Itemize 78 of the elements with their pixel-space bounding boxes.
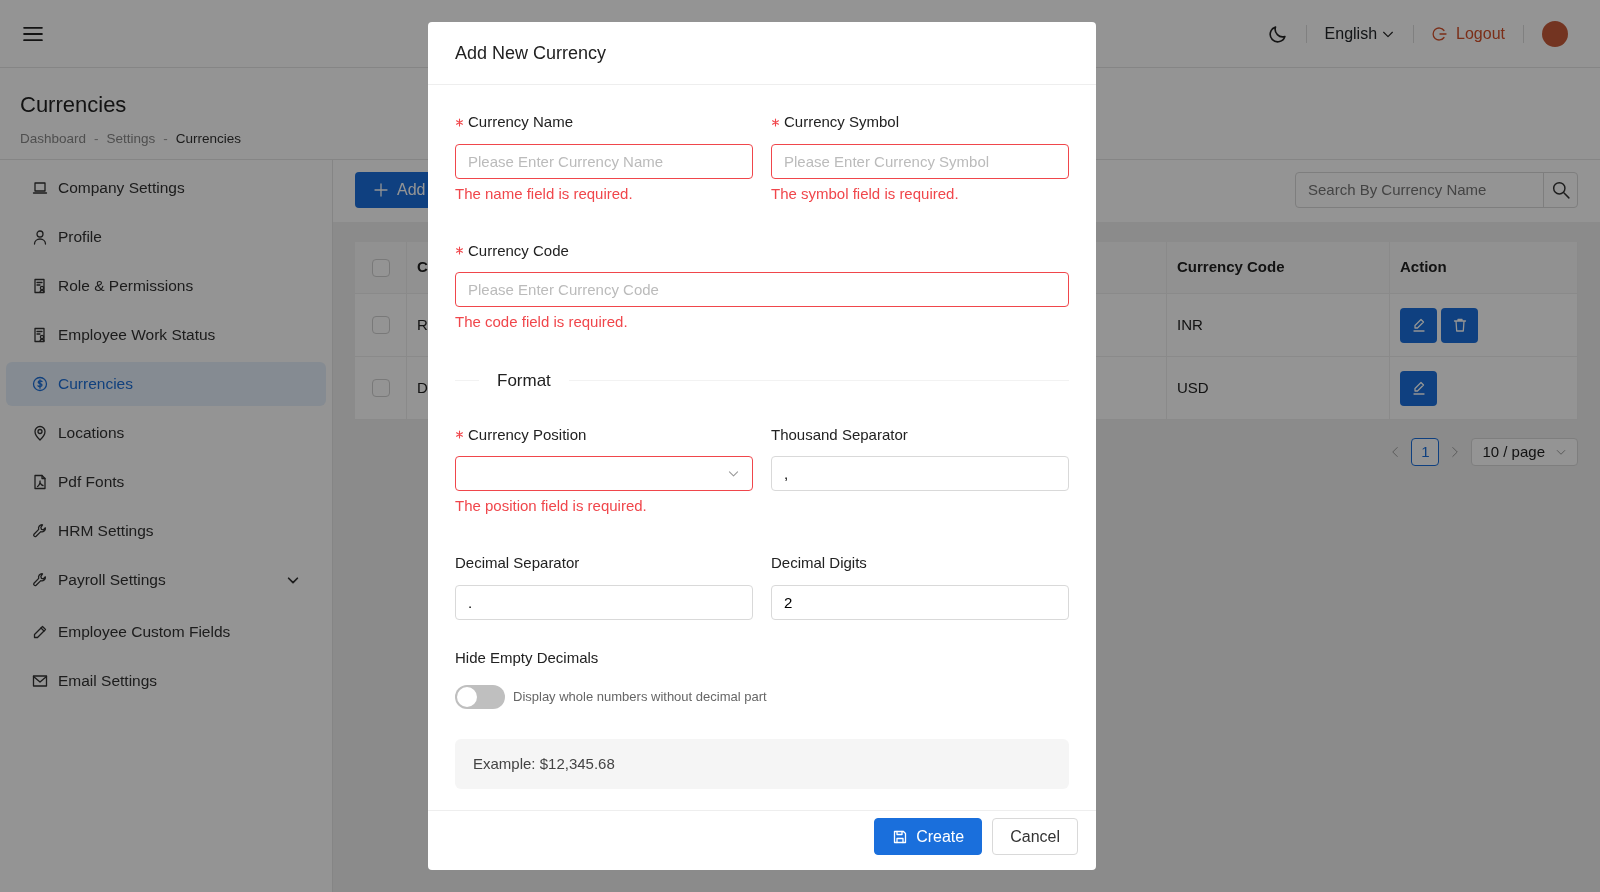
input-field[interactable]: 2 xyxy=(771,584,1069,620)
delete-button[interactable] xyxy=(1441,307,1478,343)
section-title: Format xyxy=(497,370,551,392)
table-cell-text: INR xyxy=(1177,314,1203,335)
document-icon xyxy=(32,278,48,294)
logout-icon xyxy=(1432,25,1449,42)
wrench-icon xyxy=(32,572,48,588)
save-icon xyxy=(892,828,909,845)
location-pin-icon xyxy=(32,425,48,441)
page-size-select[interactable]: 10 / page xyxy=(1471,438,1578,466)
field-label: Currency Code xyxy=(468,240,569,261)
search-icon xyxy=(1551,181,1570,199)
sidebar-item[interactable]: HRM Settings xyxy=(6,509,326,553)
page-button[interactable]: 1 xyxy=(1411,438,1440,466)
column-header: Currency Code xyxy=(1177,257,1285,278)
sidebar-item[interactable]: Currencies xyxy=(6,362,326,406)
toggle-label: Hide Empty Decimals xyxy=(455,647,600,668)
field-label: Decimal Digits xyxy=(771,553,867,573)
modal-title: Add New Currency xyxy=(428,22,1096,85)
field-label: Currency Symbol xyxy=(784,112,900,132)
table-cell-text: D xyxy=(417,377,428,398)
search-input[interactable]: Search By Currency Name xyxy=(1296,173,1543,207)
checkbox[interactable] xyxy=(371,379,390,397)
field-label: Currency Position xyxy=(468,424,587,445)
document-icon xyxy=(32,327,48,343)
column-header: Action xyxy=(1400,257,1447,278)
sidebar-item[interactable]: Pdf Fonts xyxy=(6,460,326,504)
sidebar-item[interactable]: Profile xyxy=(6,215,326,259)
field-label: Currency Name xyxy=(468,112,574,132)
plus-icon xyxy=(373,182,389,198)
example-text: Example: $12,345.68 xyxy=(455,739,1069,789)
page-title: Currencies xyxy=(20,92,127,117)
edit-button[interactable] xyxy=(1400,307,1437,343)
search-field[interactable]: Search By Currency Name xyxy=(1295,172,1578,208)
breadcrumb-current: Currencies xyxy=(175,130,242,148)
cancel-button[interactable]: Cancel xyxy=(992,818,1078,855)
envelope-icon xyxy=(32,673,48,689)
error-message: The position field is required. xyxy=(455,496,648,516)
moon-icon xyxy=(1267,23,1288,44)
error-message: The name field is required. xyxy=(455,183,634,204)
dollar-icon xyxy=(32,376,48,392)
input-field[interactable]: , xyxy=(771,456,1069,491)
laptop-icon xyxy=(32,180,48,196)
select-field[interactable] xyxy=(455,456,753,491)
input-field[interactable]: Please Enter Currency Code xyxy=(455,272,1069,307)
person-icon xyxy=(32,229,48,245)
sidebar-item[interactable]: Email Settings xyxy=(6,659,326,703)
sidebar-item[interactable]: Company Settings xyxy=(6,166,326,210)
pdf-file-icon xyxy=(32,474,48,490)
sidebar-item[interactable]: Employee Work Status xyxy=(6,313,326,357)
checkbox[interactable] xyxy=(371,258,390,277)
trash-icon xyxy=(1451,317,1468,333)
create-button[interactable]: Create xyxy=(874,818,983,855)
input-field[interactable]: Please Enter Currency Name xyxy=(455,143,753,179)
breadcrumb-separator: - xyxy=(163,130,168,148)
error-message: The symbol field is required. xyxy=(771,183,960,204)
table-cell-text: R xyxy=(417,314,428,335)
toggle-switch[interactable] xyxy=(455,685,505,709)
sidebar-item[interactable]: Locations xyxy=(6,411,326,455)
input-field[interactable]: Please Enter Currency Symbol xyxy=(771,143,1069,179)
column-header: C xyxy=(417,257,428,278)
sidebar-item[interactable]: Role & Permissions xyxy=(6,264,326,308)
toggle-description: Display whole numbers without decimal part xyxy=(513,688,767,707)
table-cell-text: USD xyxy=(1177,377,1209,398)
checkbox[interactable] xyxy=(371,316,390,334)
sidebar-item[interactable]: Employee Custom Fields xyxy=(6,610,326,654)
logout-button[interactable]: Logout xyxy=(1432,21,1505,46)
field-label: Decimal Separator xyxy=(455,553,580,573)
language-dropdown[interactable]: English xyxy=(1324,21,1396,46)
edit-icon xyxy=(32,624,48,640)
sidebar-item[interactable]: Payroll Settings xyxy=(6,558,326,602)
wrench-icon xyxy=(32,523,48,539)
avatar[interactable] xyxy=(1542,20,1568,47)
edit-button[interactable] xyxy=(1400,370,1437,406)
input-field[interactable]: . xyxy=(455,584,753,620)
field-label: Thousand Separator xyxy=(771,424,908,445)
breadcrumb-separator: - xyxy=(94,130,99,148)
error-message: The code field is required. xyxy=(455,312,629,332)
